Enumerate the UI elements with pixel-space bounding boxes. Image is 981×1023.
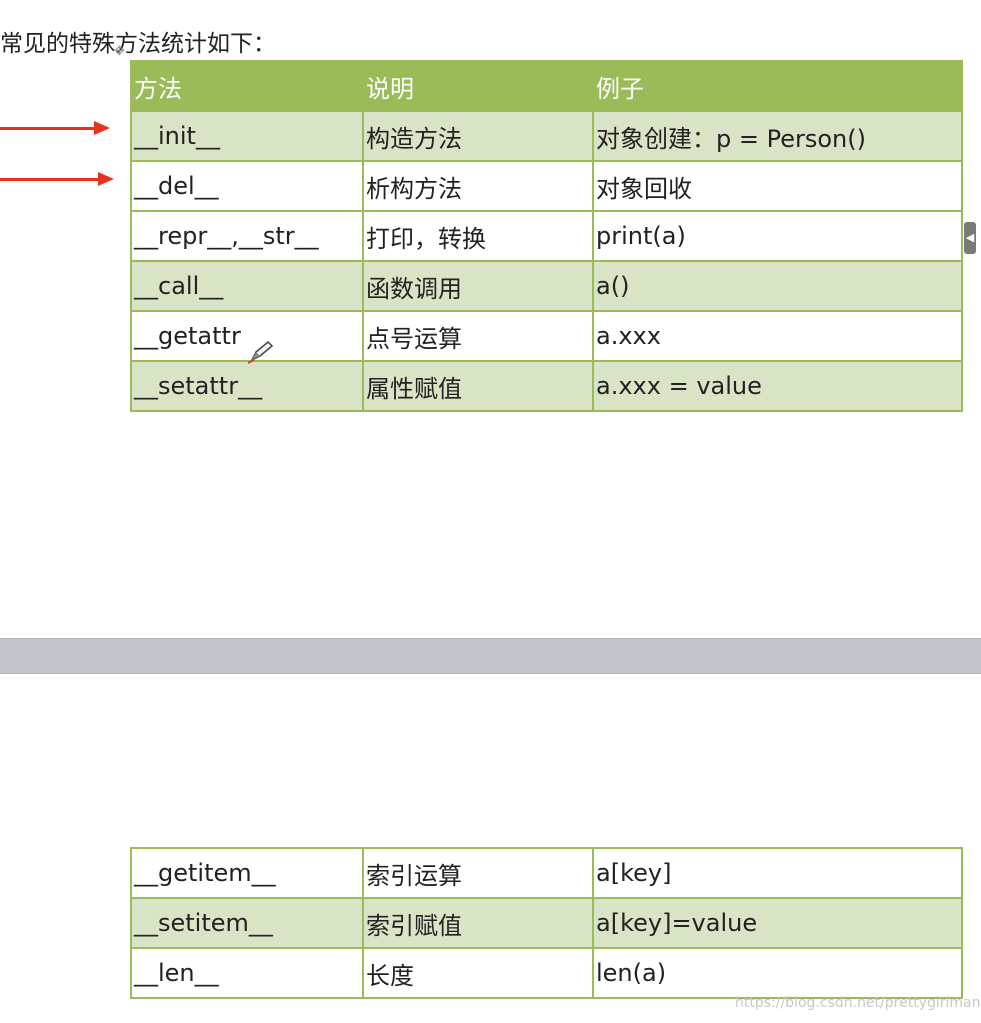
example-cell: a.xxx = value [592, 360, 963, 412]
description-cell: 属性赋值 [362, 360, 594, 412]
table-row: __setattr__ 属性赋值 a.xxx = value [130, 360, 963, 412]
table-row: __len__ 长度 len(a) [130, 947, 963, 999]
table-row: __getitem__ 索引运算 a[key] [130, 847, 963, 899]
red-arrow-icon [0, 172, 114, 186]
example-cell: 对象创建：p = Person() [592, 110, 963, 162]
header-method: 方法 [130, 60, 364, 112]
table-row: __setitem__ 索引赋值 a[key]=value [130, 897, 963, 949]
side-tab-icon[interactable]: ◀ [964, 222, 976, 254]
description-cell: 索引赋值 [362, 897, 594, 949]
method-cell: __init__ [130, 110, 364, 162]
method-cell: __setattr__ [130, 360, 364, 412]
special-methods-table-continued: __getitem__ 索引运算 a[key] __setitem__ 索引赋值… [130, 847, 963, 999]
table-row: __init__ 构造方法 对象创建：p = Person() [130, 110, 963, 162]
page-heading: 常见的特殊方法统计如下： [0, 31, 276, 57]
method-cell: __setitem__ [130, 897, 364, 949]
method-cell: __getattr [130, 310, 364, 362]
pen-cursor-icon [248, 340, 274, 364]
description-cell: 长度 [362, 947, 594, 999]
method-cell: __len__ [130, 947, 364, 999]
method-cell: __del__ [130, 160, 364, 212]
description-cell: 析构方法 [362, 160, 594, 212]
table-row: __call__ 函数调用 a() [130, 260, 963, 312]
move-handle-icon[interactable]: ✥ [114, 45, 128, 59]
method-cell: __getitem__ [130, 847, 364, 899]
header-example: 例子 [592, 60, 963, 112]
red-arrow-icon [0, 121, 110, 135]
method-cell: __repr__,__str__ [130, 210, 364, 262]
method-cell: __call__ [130, 260, 364, 312]
table-header-row: 方法 说明 例子 [130, 60, 963, 112]
table-row: __del__ 析构方法 对象回收 [130, 160, 963, 212]
description-cell: 构造方法 [362, 110, 594, 162]
description-cell: 打印，转换 [362, 210, 594, 262]
description-cell: 点号运算 [362, 310, 594, 362]
example-cell: print(a) [592, 210, 963, 262]
description-cell: 函数调用 [362, 260, 594, 312]
example-cell: len(a) [592, 947, 963, 999]
watermark-url: https://blog.csdn.net/prettygirlman [735, 995, 981, 1011]
example-cell: a.xxx [592, 310, 963, 362]
section-divider [0, 638, 981, 674]
example-cell: a() [592, 260, 963, 312]
table-row: __repr__,__str__ 打印，转换 print(a) [130, 210, 963, 262]
example-cell: a[key] [592, 847, 963, 899]
description-cell: 索引运算 [362, 847, 594, 899]
header-description: 说明 [362, 60, 594, 112]
example-cell: 对象回收 [592, 160, 963, 212]
example-cell: a[key]=value [592, 897, 963, 949]
